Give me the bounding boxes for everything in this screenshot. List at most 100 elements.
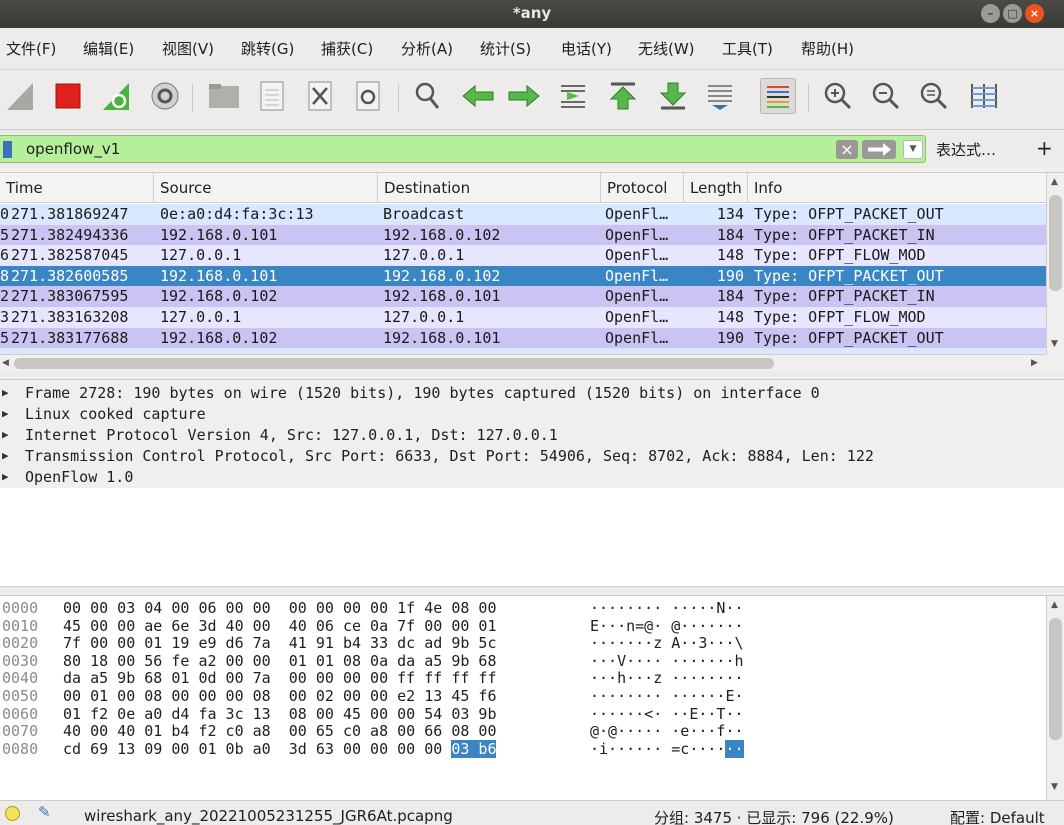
save-file-icon[interactable] [254, 78, 290, 114]
first-packet-icon[interactable] [605, 78, 641, 114]
pane-splitter[interactable] [0, 372, 1064, 380]
ascii-bytes[interactable]: ········ ······E· [590, 687, 744, 705]
column-destination[interactable]: Destination [378, 173, 601, 203]
filter-history-chevron-down-icon[interactable]: ▼ [903, 140, 923, 159]
expand-triangle-icon[interactable]: ▶ [2, 386, 9, 399]
ascii-bytes[interactable]: ·······z A··3···\ [590, 634, 744, 652]
menu-analyze[interactable]: 分析(A) [401, 38, 453, 59]
bytes-scrollbar[interactable]: ▲ ▼ [1046, 596, 1064, 800]
zoom-reset-icon[interactable] [916, 78, 952, 114]
hex-bytes[interactable]: da a5 9b 68 01 0d 00 7a 00 00 00 00 ff f… [63, 669, 496, 687]
hscroll-thumb[interactable] [14, 358, 774, 369]
hex-bytes[interactable]: 45 00 00 ae 6e 3d 40 00 40 06 ce 0a 7f 0… [63, 617, 496, 635]
column-time[interactable]: Time [0, 173, 154, 203]
resize-columns-icon[interactable] [966, 78, 1002, 114]
selected-bytes: 03 b6 [451, 739, 497, 758]
pane-splitter[interactable] [0, 586, 1064, 596]
ascii-bytes[interactable]: ······<· ··E··T·· [590, 705, 744, 723]
table-row[interactable]: 6 271.382587045 127.0.0.1 127.0.0.1 OpenFl… 1… [0, 245, 1046, 266]
menu-view[interactable]: 视图(V) [162, 38, 214, 59]
minimize-icon[interactable]: – [981, 4, 1000, 23]
last-packet-icon[interactable] [655, 78, 691, 114]
menu-capture[interactable]: 捕获(C) [321, 38, 373, 59]
ascii-bytes[interactable]: ········ ·····N·· [590, 599, 744, 617]
colorize-icon[interactable] [760, 78, 796, 114]
hex-bytes[interactable]: cd 69 13 09 00 01 0b a0 3d 63 00 00 00 0… [63, 739, 497, 758]
go-forward-icon[interactable] [506, 78, 542, 114]
packet-list-hscrollbar[interactable]: ◀ ▶ [0, 354, 1046, 372]
find-packet-icon[interactable] [410, 78, 446, 114]
scroll-thumb[interactable] [1049, 618, 1062, 740]
comment-edit-icon[interactable]: ✎ [38, 803, 51, 821]
menu-statistics[interactable]: 统计(S) [480, 38, 531, 59]
table-row[interactable]: 5 271.383177688 192.168.0.102 192.168.0.101… [0, 327, 1046, 349]
ascii-bytes[interactable]: ·i······ =c······ [590, 739, 744, 758]
maximize-icon[interactable]: □ [1003, 4, 1022, 23]
go-back-icon[interactable] [460, 78, 496, 114]
scroll-down-icon[interactable]: ▼ [1051, 782, 1058, 792]
table-row[interactable]: 2 271.383067595 192.168.0.102 192.168.0.101… [0, 286, 1046, 307]
column-protocol[interactable]: Protocol [601, 173, 684, 203]
restart-capture-icon[interactable] [98, 78, 134, 114]
hex-bytes[interactable]: 00 01 00 08 00 00 00 08 00 02 00 00 e2 1… [63, 687, 496, 705]
profile-label[interactable]: 配置: Default [950, 807, 1045, 825]
close-icon[interactable]: × [1025, 4, 1044, 23]
menu-telephony[interactable]: 电话(Y) [561, 38, 612, 59]
ascii-bytes[interactable]: ···V···· ·······h [590, 652, 744, 670]
hex-offset: 0000 [2, 599, 39, 617]
expression-button[interactable]: 表达式… [936, 139, 996, 160]
cell-source: 192.168.0.102 [160, 287, 278, 306]
hex-bytes[interactable]: 01 f2 0e a0 d4 fa 3c 13 08 00 45 00 00 5… [63, 705, 496, 723]
auto-scroll-icon[interactable] [702, 78, 738, 114]
scroll-down-icon[interactable]: ▼ [1051, 339, 1058, 349]
stop-capture-icon[interactable] [50, 78, 86, 114]
ascii-bytes[interactable]: E···n=@· @······· [590, 617, 744, 635]
menu-go[interactable]: 跳转(G) [241, 38, 294, 59]
hex-bytes[interactable]: 40 00 40 01 b4 f2 c0 a8 00 65 c0 a8 00 6… [63, 722, 496, 740]
expand-triangle-icon[interactable]: ▶ [2, 449, 9, 462]
scroll-thumb[interactable] [1049, 195, 1062, 291]
menu-wireless[interactable]: 无线(W) [638, 38, 695, 59]
table-row[interactable]: 3 271.383163208 127.0.0.1 127.0.0.1 OpenFl… 1… [0, 307, 1046, 328]
hex-bytes[interactable]: 7f 00 00 01 19 e9 d6 7a 41 91 b4 33 dc a… [63, 634, 496, 652]
ascii-bytes[interactable]: @·@····· ·e···f·· [590, 722, 744, 740]
scroll-right-icon[interactable]: ▶ [1031, 358, 1038, 368]
table-row[interactable]: 8 271.382600585 192.168.0.101 192.168.0.102… [0, 265, 1046, 287]
menu-tools[interactable]: 工具(T) [722, 38, 773, 59]
column-source[interactable]: Source [154, 173, 378, 203]
open-file-icon[interactable] [206, 78, 242, 114]
expert-info-icon[interactable] [5, 806, 20, 821]
hex-bytes[interactable]: 80 18 00 56 fe a2 00 00 01 01 08 0a da a… [63, 652, 496, 670]
go-to-packet-icon[interactable] [555, 78, 591, 114]
reload-file-icon[interactable] [350, 78, 386, 114]
hex-offset: 0010 [2, 616, 39, 635]
clear-filter-icon[interactable]: × [836, 140, 858, 159]
close-file-icon[interactable] [302, 78, 338, 114]
menu-help[interactable]: 帮助(H) [801, 38, 854, 59]
expand-triangle-icon[interactable]: ▶ [2, 428, 9, 441]
scroll-up-icon[interactable]: ▲ [1051, 600, 1058, 610]
display-filter-input[interactable]: openflow_v1 × ▼ [0, 135, 926, 163]
table-row[interactable]: 0 271.381869247 0e:a0:d4:fa:3c:13 Broadcast… [0, 204, 1046, 225]
packet-list-scrollbar[interactable]: ▲ ▼ [1046, 173, 1064, 354]
zoom-in-icon[interactable] [820, 78, 856, 114]
scroll-left-icon[interactable]: ◀ [2, 358, 9, 368]
hex-bytes[interactable]: 00 00 03 04 00 06 00 00 00 00 00 00 1f 4… [63, 599, 496, 617]
scroll-up-icon[interactable]: ▲ [1051, 177, 1058, 187]
hex-offset: 0080 [2, 739, 39, 758]
apply-filter-icon[interactable] [862, 140, 896, 159]
shark-fin-start-icon[interactable] [2, 78, 38, 114]
column-length[interactable]: Length [684, 173, 748, 203]
menu-edit[interactable]: 编辑(E) [83, 38, 134, 59]
bookmark-icon[interactable] [3, 141, 12, 158]
zoom-out-icon[interactable] [868, 78, 904, 114]
table-row[interactable]: 5 271.382494336 192.168.0.101 192.168.0.102… [0, 224, 1046, 246]
ascii-bytes[interactable]: ···h···z ········ [590, 669, 744, 687]
capture-options-icon[interactable] [147, 78, 183, 114]
expand-triangle-icon[interactable]: ▶ [2, 407, 9, 420]
expand-triangle-icon[interactable]: ▶ [2, 470, 9, 483]
menu-file[interactable]: 文件(F) [6, 38, 56, 59]
add-filter-button[interactable]: + [1036, 136, 1053, 160]
ascii-text: ·i······ =c···· [590, 739, 726, 758]
column-info[interactable]: Info [748, 173, 1046, 203]
